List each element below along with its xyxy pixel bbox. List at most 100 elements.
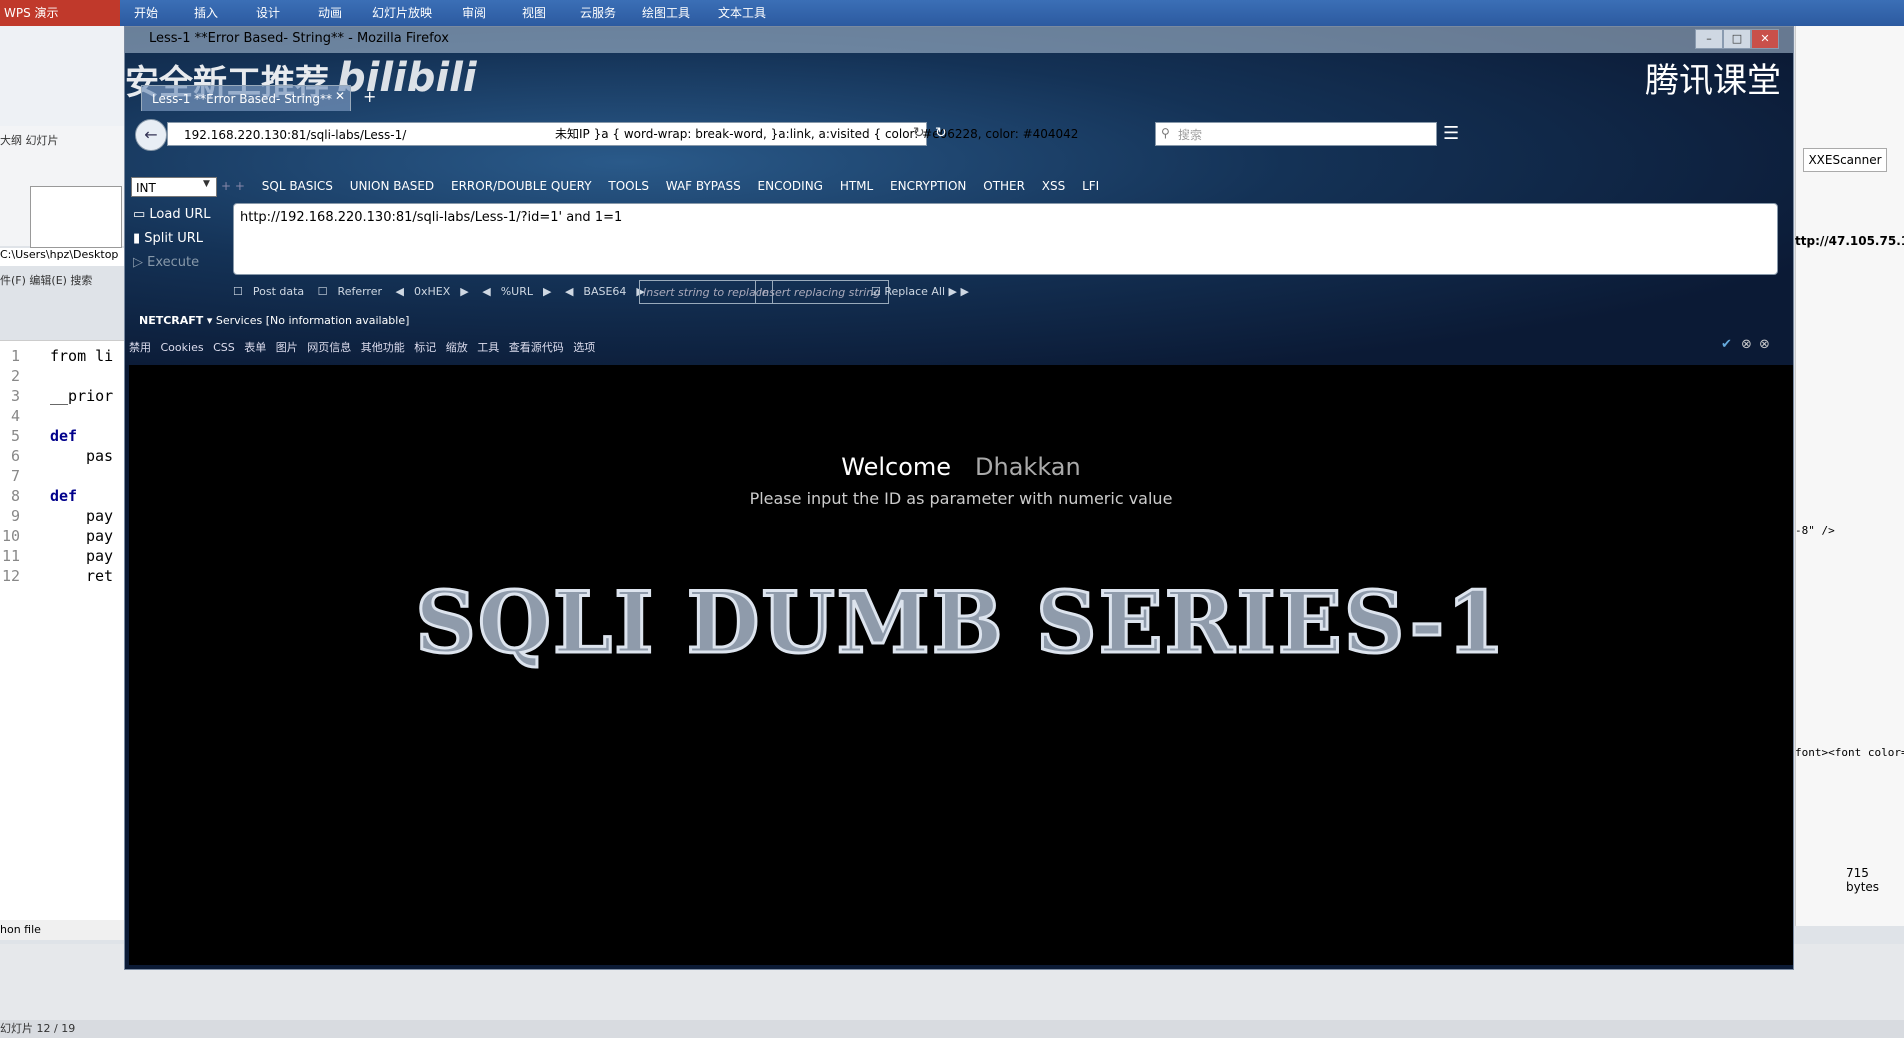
wps-tab-design[interactable]: 设计 <box>256 4 280 21</box>
menu-xss[interactable]: XSS <box>1042 179 1065 193</box>
menu-encoding[interactable]: ENCODING <box>758 179 823 193</box>
tab-close-icon[interactable]: ✕ <box>335 89 345 103</box>
editor-path: C:\Users\hpz\Desktop <box>0 248 124 266</box>
wps-tab-drawing[interactable]: 绘图工具 <box>642 4 690 21</box>
extension-icon[interactable]: ▦ <box>1409 123 1426 144</box>
devbar-information[interactable]: 网页信息 <box>307 341 351 354</box>
devbar-images[interactable]: 图片 <box>276 341 298 354</box>
menu-sql-basics[interactable]: SQL BASICS <box>262 179 333 193</box>
reload-icon[interactable]: ↻ <box>913 125 925 141</box>
code-editor[interactable]: 1 from li 2 3 __prior 4 5 def 6 pas 7 8 def 9… <box>0 340 124 921</box>
menu-waf-bypass[interactable]: WAF BYPASS <box>666 179 741 193</box>
devbar-disable[interactable]: 禁用 <box>129 341 151 354</box>
code-line: 1 from li <box>10 347 114 365</box>
url-label: %URL <box>500 285 533 298</box>
browser-tab[interactable]: Less-1 **Error Based- String** <box>141 85 351 111</box>
execute-button[interactable]: ▷ Execute <box>133 255 199 270</box>
hex-decode-icon[interactable]: ◀ <box>396 285 404 298</box>
hackbar-options: ☐ Post data ☐ Referrer ◀ 0xHEX ▶ ◀ %URL ▶ ◀ BAS… <box>233 285 655 298</box>
replace-all-checkbox[interactable]: ☑ <box>871 285 881 298</box>
slide-thumbnail[interactable] <box>30 186 122 248</box>
wps-ribbon <box>0 26 124 127</box>
check-icon[interactable]: ✔ <box>1721 337 1732 352</box>
wps-tab-slideshow[interactable]: 幻灯片放映 <box>372 4 432 21</box>
netcraft-logo[interactable]: NETCRAFT <box>139 314 203 327</box>
devbar-forms[interactable]: 表单 <box>244 341 266 354</box>
code-line: 9 pay <box>10 507 114 525</box>
replace-all-control[interactable]: ☑ Replace All ▶ ▶ <box>871 285 969 298</box>
maximize-icon[interactable]: □ <box>1723 29 1751 49</box>
addon-icon[interactable]: ⚙ <box>1355 123 1371 144</box>
menu-icon[interactable]: ☰ <box>1443 123 1459 144</box>
devbar-misc[interactable]: 其他功能 <box>361 341 405 354</box>
devbar-cookies[interactable]: Cookies <box>161 341 204 354</box>
devbar-close-icon-2[interactable]: ⊗ <box>1759 337 1770 352</box>
code-line: 11 pay <box>1 547 114 565</box>
wps-tab-view[interactable]: 视图 <box>522 4 546 21</box>
execute-icon: ▷ <box>133 255 148 270</box>
menu-lfi[interactable]: LFI <box>1082 179 1099 193</box>
insert-replacing-string-input[interactable]: Insert replacing string <box>755 280 889 304</box>
devbar-view-source[interactable]: 查看源代码 <box>509 341 564 354</box>
right-code-text: -8" /> <box>1795 524 1835 537</box>
url-encode-icon[interactable]: ▶ <box>543 285 551 298</box>
load-url-button[interactable]: ▭ Load URL <box>133 207 211 222</box>
home-icon[interactable]: ⌂ <box>1269 123 1280 144</box>
hex-encode-icon[interactable]: ▶ <box>460 285 468 298</box>
screenshot-icon[interactable]: ▣ <box>1325 123 1342 144</box>
base64-decode-icon[interactable]: ◀ <box>565 285 573 298</box>
address-bar-overlay-text: 未知IP }a { word-wrap: break-word, }a:link… <box>555 127 1079 141</box>
reading-list-icon[interactable]: ▤ <box>1213 123 1230 144</box>
code-line: 7 <box>10 467 20 485</box>
split-url-icon: ▮ <box>133 231 145 246</box>
wps-tab-cloud[interactable]: 云服务 <box>580 4 616 21</box>
wps-app-title[interactable]: WPS 演示 <box>0 0 120 26</box>
wps-tab-start[interactable]: 开始 <box>134 4 158 21</box>
wps-titlebar <box>0 0 1904 26</box>
refresh-icon[interactable]: ↻ <box>935 125 947 141</box>
back-arrow-icon[interactable]: ← <box>135 119 167 151</box>
post-data-label: Post data <box>252 285 305 298</box>
devbar-outline[interactable]: 标记 <box>414 341 436 354</box>
wps-tab-animation[interactable]: 动画 <box>318 4 342 21</box>
insert-string-to-replace-input[interactable]: Insert string to replace <box>639 280 773 304</box>
split-url-button[interactable]: ▮ Split URL <box>133 231 203 246</box>
netcraft-info: [No information available] <box>265 314 410 327</box>
menu-encryption[interactable]: ENCRYPTION <box>890 179 966 193</box>
menu-tools[interactable]: TOOLS <box>608 179 649 193</box>
url-decode-icon[interactable]: ◀ <box>482 285 490 298</box>
wps-tab-text[interactable]: 文本工具 <box>718 4 766 21</box>
hackbar-url-input[interactable]: http://192.168.220.130:81/sqli-labs/Less… <box>233 203 1778 275</box>
devbar-tools[interactable]: 工具 <box>477 341 499 354</box>
editor-menu[interactable]: 件(F) 编辑(E) 搜索 <box>0 272 92 288</box>
devbar-close-icon[interactable]: ⊗ <box>1741 337 1752 352</box>
code-line: 6 pas <box>10 447 114 465</box>
wps-side-tabs[interactable]: 大纲 幻灯片 <box>0 132 59 148</box>
js-icon[interactable]: JS <box>1297 127 1307 140</box>
menu-html[interactable]: HTML <box>840 179 873 193</box>
code-line: 2 <box>10 367 20 385</box>
wps-tab-review[interactable]: 审阅 <box>462 4 486 21</box>
xxescanner-tab[interactable]: XXEScanner <box>1803 148 1887 172</box>
minimize-icon[interactable]: – <box>1695 29 1723 49</box>
post-data-checkbox[interactable]: ☐ <box>233 285 243 298</box>
close-icon[interactable]: ✕ <box>1751 29 1779 49</box>
replace-forward-icon[interactable]: ▶ <box>961 285 969 298</box>
bilibili-logo: bilibili <box>337 55 477 101</box>
menu-other[interactable]: OTHER <box>983 179 1025 193</box>
bookmark-star-icon[interactable]: ☆ <box>1183 123 1199 144</box>
new-tab-icon[interactable]: + <box>363 87 376 106</box>
menu-error-double-query[interactable]: ERROR/DOUBLE QUERY <box>451 179 592 193</box>
search-icon: ⚲ <box>1161 126 1170 140</box>
page-content: Welcome Dhakkan Please input the ID as pa… <box>129 365 1793 965</box>
wps-tab-insert[interactable]: 插入 <box>194 4 218 21</box>
devbar-css[interactable]: CSS <box>213 341 235 354</box>
referrer-checkbox[interactable]: ☐ <box>318 285 328 298</box>
replace-right-icon[interactable]: ▶ <box>949 285 957 298</box>
download-icon[interactable]: ↓ <box>1241 123 1256 144</box>
menu-union-based[interactable]: UNION BASED <box>350 179 434 193</box>
devbar-options[interactable]: 选项 <box>573 341 595 354</box>
editor-status: hon file <box>0 920 124 940</box>
devbar-resize[interactable]: 缩放 <box>446 341 468 354</box>
services-menu[interactable]: Services <box>216 314 262 327</box>
